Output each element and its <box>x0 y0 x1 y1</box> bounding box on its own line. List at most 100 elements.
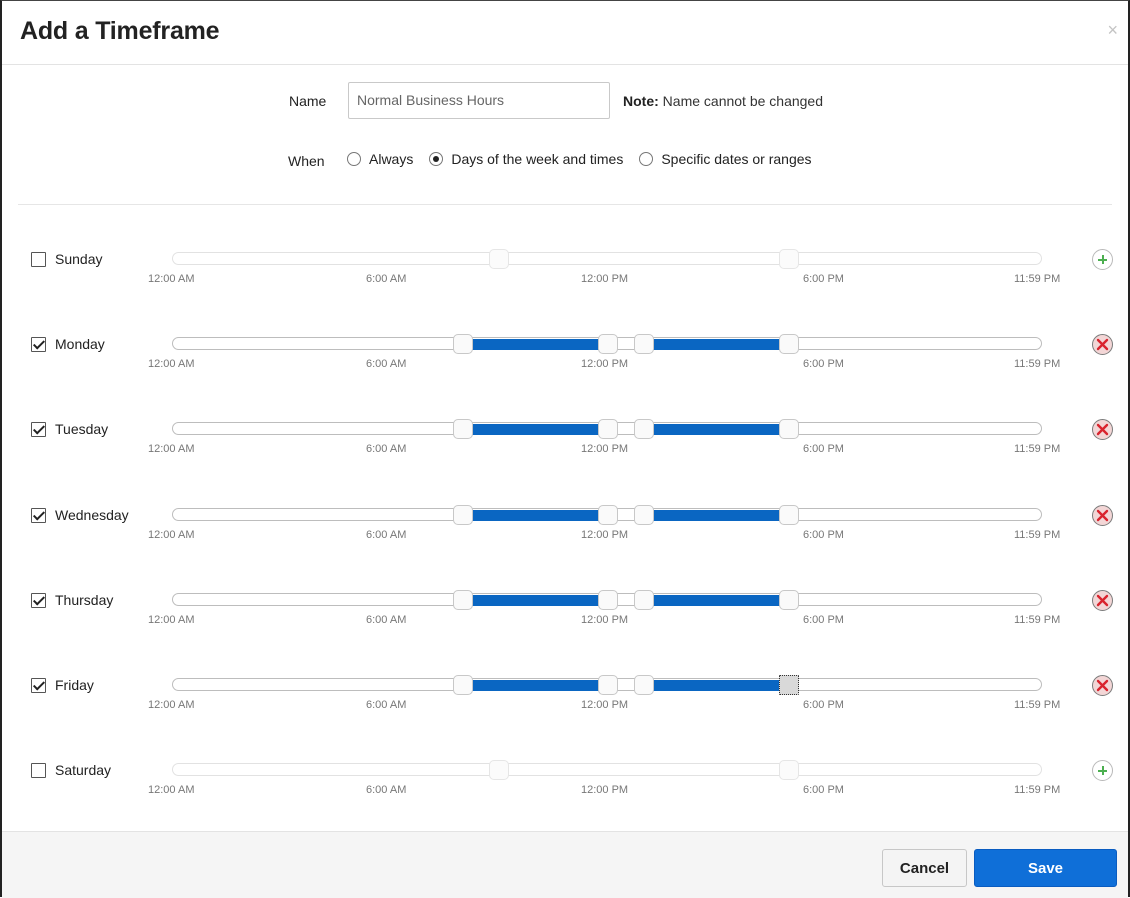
time-range-fill <box>463 339 608 350</box>
time-tick-label: 12:00 PM <box>581 699 629 711</box>
add-icon[interactable] <box>1092 760 1113 781</box>
x-mark-icon <box>1096 594 1109 607</box>
time-tick-label: 6:00 AM <box>366 443 407 455</box>
name-field[interactable]: Normal Business Hours <box>348 82 610 119</box>
day-label: Saturday <box>55 762 112 778</box>
add-timeframe-dialog: Add a Timeframe × Name Normal Business H… <box>0 0 1130 898</box>
close-icon[interactable]: × <box>1107 21 1118 39</box>
radio-button[interactable] <box>429 152 444 166</box>
dialog-footer: Cancel Save <box>2 831 1128 898</box>
range-start-handle[interactable] <box>453 505 473 525</box>
day-label: Tuesday <box>55 421 109 437</box>
time-tick-label: 11:59 PM <box>1014 529 1061 541</box>
time-slider-track[interactable] <box>172 505 1042 525</box>
radio-button[interactable] <box>639 152 654 166</box>
section-divider <box>18 204 1112 205</box>
when-label: When <box>288 153 325 169</box>
range-start-handle[interactable] <box>453 419 473 439</box>
range-start-handle[interactable] <box>453 334 473 354</box>
name-note: Note: Name cannot be changed <box>623 93 823 109</box>
range-end-handle[interactable] <box>779 590 800 610</box>
radio-always[interactable]: Always <box>347 151 413 167</box>
range-end-handle[interactable] <box>598 505 618 525</box>
remove-icon[interactable] <box>1092 675 1113 696</box>
day-checkbox[interactable] <box>31 337 46 352</box>
time-tick-label: 12:00 AM <box>148 699 195 711</box>
range-start-handle[interactable] <box>634 419 655 439</box>
time-tick-label: 6:00 PM <box>803 784 844 796</box>
range-start-handle[interactable] <box>453 590 473 610</box>
time-tick-label: 6:00 PM <box>803 699 844 711</box>
time-range-fill <box>463 510 608 521</box>
time-tick-label: 11:59 PM <box>1014 699 1061 711</box>
day-label: Sunday <box>55 251 103 267</box>
time-slider-track[interactable] <box>172 760 1042 780</box>
radio-days-of-week[interactable]: Days of the week and times <box>429 151 623 167</box>
time-slider-track[interactable] <box>172 249 1042 269</box>
time-tick-label: 12:00 PM <box>581 784 629 796</box>
dialog-header: Add a Timeframe × <box>2 1 1128 65</box>
time-tick-label: 11:59 PM <box>1014 784 1061 796</box>
remove-icon[interactable] <box>1092 334 1113 355</box>
cancel-button[interactable]: Cancel <box>882 849 967 887</box>
range-start-handle[interactable] <box>634 505 655 525</box>
day-label: Monday <box>55 336 105 352</box>
time-tick-label: 6:00 AM <box>366 614 407 626</box>
day-row-friday: Friday 12:00 AM 6:00 AM 12:00 PM 6:00 PM 11:5… <box>2 672 1128 732</box>
range-end-handle[interactable] <box>778 760 799 780</box>
remove-icon[interactable] <box>1092 590 1113 611</box>
range-end-handle[interactable] <box>598 590 618 610</box>
save-button[interactable]: Save <box>974 849 1117 887</box>
time-tick-label: 12:00 AM <box>148 529 195 541</box>
time-range-fill <box>644 510 790 521</box>
range-start-handle[interactable] <box>634 334 655 354</box>
range-start-handle[interactable] <box>634 590 655 610</box>
day-label: Wednesday <box>55 507 129 523</box>
range-start-handle[interactable] <box>453 675 473 695</box>
note-text: Name cannot be changed <box>658 93 824 109</box>
radio-specific-dates[interactable]: Specific dates or ranges <box>639 151 812 167</box>
day-checkbox[interactable] <box>31 678 46 693</box>
radio-label: Specific dates or ranges <box>661 151 812 167</box>
day-checkbox[interactable] <box>31 422 46 437</box>
time-slider-track[interactable] <box>172 675 1042 695</box>
radio-label: Days of the week and times <box>451 151 624 167</box>
name-label: Name <box>289 93 327 109</box>
range-start-handle[interactable] <box>634 675 655 695</box>
day-checkbox[interactable] <box>31 252 46 267</box>
range-end-handle[interactable] <box>598 675 618 695</box>
when-radio-group: Always Days of the week and times Specif… <box>347 151 828 167</box>
time-tick-label: 6:00 PM <box>803 443 844 455</box>
remove-icon[interactable] <box>1092 505 1113 526</box>
range-end-handle[interactable] <box>779 419 800 439</box>
range-end-handle[interactable] <box>779 505 800 525</box>
day-row-sunday: Sunday 12:00 AM 6:00 AM 12:00 PM 6:00 PM 11:5… <box>2 246 1128 306</box>
time-slider-track[interactable] <box>172 334 1042 354</box>
day-row-saturday: Saturday 12:00 AM 6:00 AM 12:00 PM 6:00 PM 11… <box>2 757 1128 817</box>
range-start-handle[interactable] <box>489 760 510 780</box>
time-tick-label: 12:00 AM <box>148 614 195 626</box>
day-checkbox[interactable] <box>31 593 46 608</box>
time-tick-label: 6:00 PM <box>803 358 844 370</box>
day-checkbox[interactable] <box>31 508 46 523</box>
x-mark-icon <box>1096 338 1109 351</box>
time-tick-label: 11:59 PM <box>1014 358 1061 370</box>
remove-icon[interactable] <box>1092 419 1113 440</box>
day-row-wednesday: Wednesday 12:00 AM 6:00 AM 12:00 PM 6:00 PM 1… <box>2 502 1128 562</box>
day-label: Thursday <box>55 592 114 608</box>
time-slider-track[interactable] <box>172 419 1042 439</box>
day-checkbox[interactable] <box>31 763 46 778</box>
time-tick-label: 6:00 AM <box>366 699 407 711</box>
time-tick-label: 12:00 PM <box>581 443 629 455</box>
range-end-handle[interactable] <box>779 675 800 695</box>
range-start-handle[interactable] <box>489 249 510 269</box>
radio-button[interactable] <box>347 152 361 166</box>
time-slider-track[interactable] <box>172 590 1042 610</box>
time-tick-label: 6:00 AM <box>366 273 407 285</box>
range-end-handle[interactable] <box>598 334 618 354</box>
range-end-handle[interactable] <box>598 419 618 439</box>
range-end-handle[interactable] <box>779 334 800 354</box>
day-label: Friday <box>55 677 94 693</box>
add-icon[interactable] <box>1092 249 1113 270</box>
range-end-handle[interactable] <box>778 249 799 269</box>
